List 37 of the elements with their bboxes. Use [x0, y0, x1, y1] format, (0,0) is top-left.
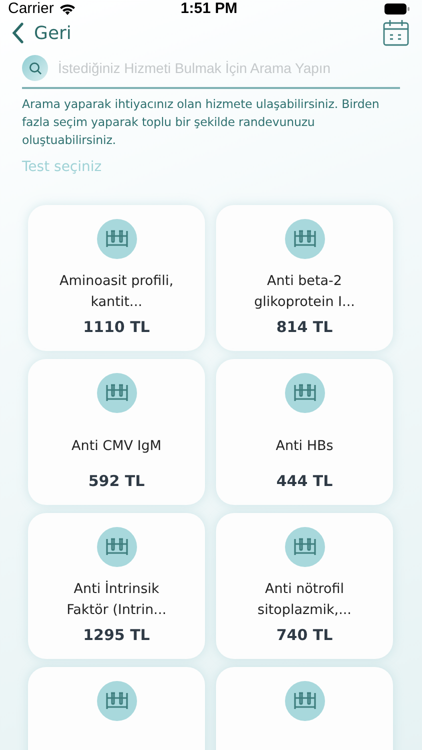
test-price: 740 TL — [276, 626, 333, 644]
back-button[interactable]: Geri — [12, 22, 72, 44]
test-card[interactable]: Anti beta-2 glikoprotein I... 814 TL — [216, 205, 393, 351]
test-tubes-icon — [96, 373, 136, 413]
battery-icon — [384, 2, 410, 14]
section-label: Test seçiniz — [22, 159, 103, 175]
test-card[interactable]: Anti İntrinsik Faktör (Intrin... 1295 TL — [28, 513, 205, 659]
test-tubes-icon — [284, 681, 324, 721]
test-card[interactable]: Anti CMV IgM 592 TL — [28, 359, 205, 505]
calendar-button[interactable] — [382, 19, 410, 47]
test-name: Anti CMV IgM — [70, 436, 162, 456]
test-tubes-icon — [96, 219, 136, 259]
clock: 1:51 PM — [180, 0, 238, 17]
test-tubes-icon — [284, 219, 324, 259]
test-tubes-icon — [96, 681, 136, 721]
test-tubes-icon — [284, 527, 324, 567]
test-price: 814 TL — [276, 318, 333, 336]
chevron-left-icon — [12, 22, 24, 44]
carrier-label: Carrier — [8, 0, 54, 17]
test-name: Anti İntrinsik Faktör (Intrin... — [66, 580, 168, 620]
test-name: Anti HBs — [274, 436, 334, 456]
test-price: 1110 TL — [83, 318, 150, 336]
test-card[interactable]: Anti HBs 444 TL — [216, 359, 393, 505]
test-price: 444 TL — [276, 472, 333, 490]
test-name: Aminoasit profili, kantit... — [58, 272, 174, 312]
description-text: Arama yaparak ihtiyacınız olan hizmete ulaşabilirsiniz. Birden fazla seçim yaparak toplu bir şekilde randevunuzu oluştuabilirsiniz. — [22, 96, 380, 149]
test-tubes-icon — [96, 527, 136, 567]
calendar-icon — [382, 19, 410, 47]
test-card[interactable]: Aminoasit profili, kantit... 1110 TL — [28, 205, 205, 351]
test-tubes-icon — [284, 373, 324, 413]
test-name: Anti beta-2 glikoprotein I... — [253, 272, 356, 312]
test-price: 592 TL — [88, 472, 145, 490]
test-price: 1295 TL — [83, 626, 150, 644]
test-card[interactable]: Anti nötrofil sitoplazmik,... 740 TL — [216, 513, 393, 659]
test-name: Anti nötrofil sitoplazmik,... — [256, 580, 352, 620]
search-icon — [28, 62, 42, 74]
wifi-icon — [58, 2, 76, 14]
